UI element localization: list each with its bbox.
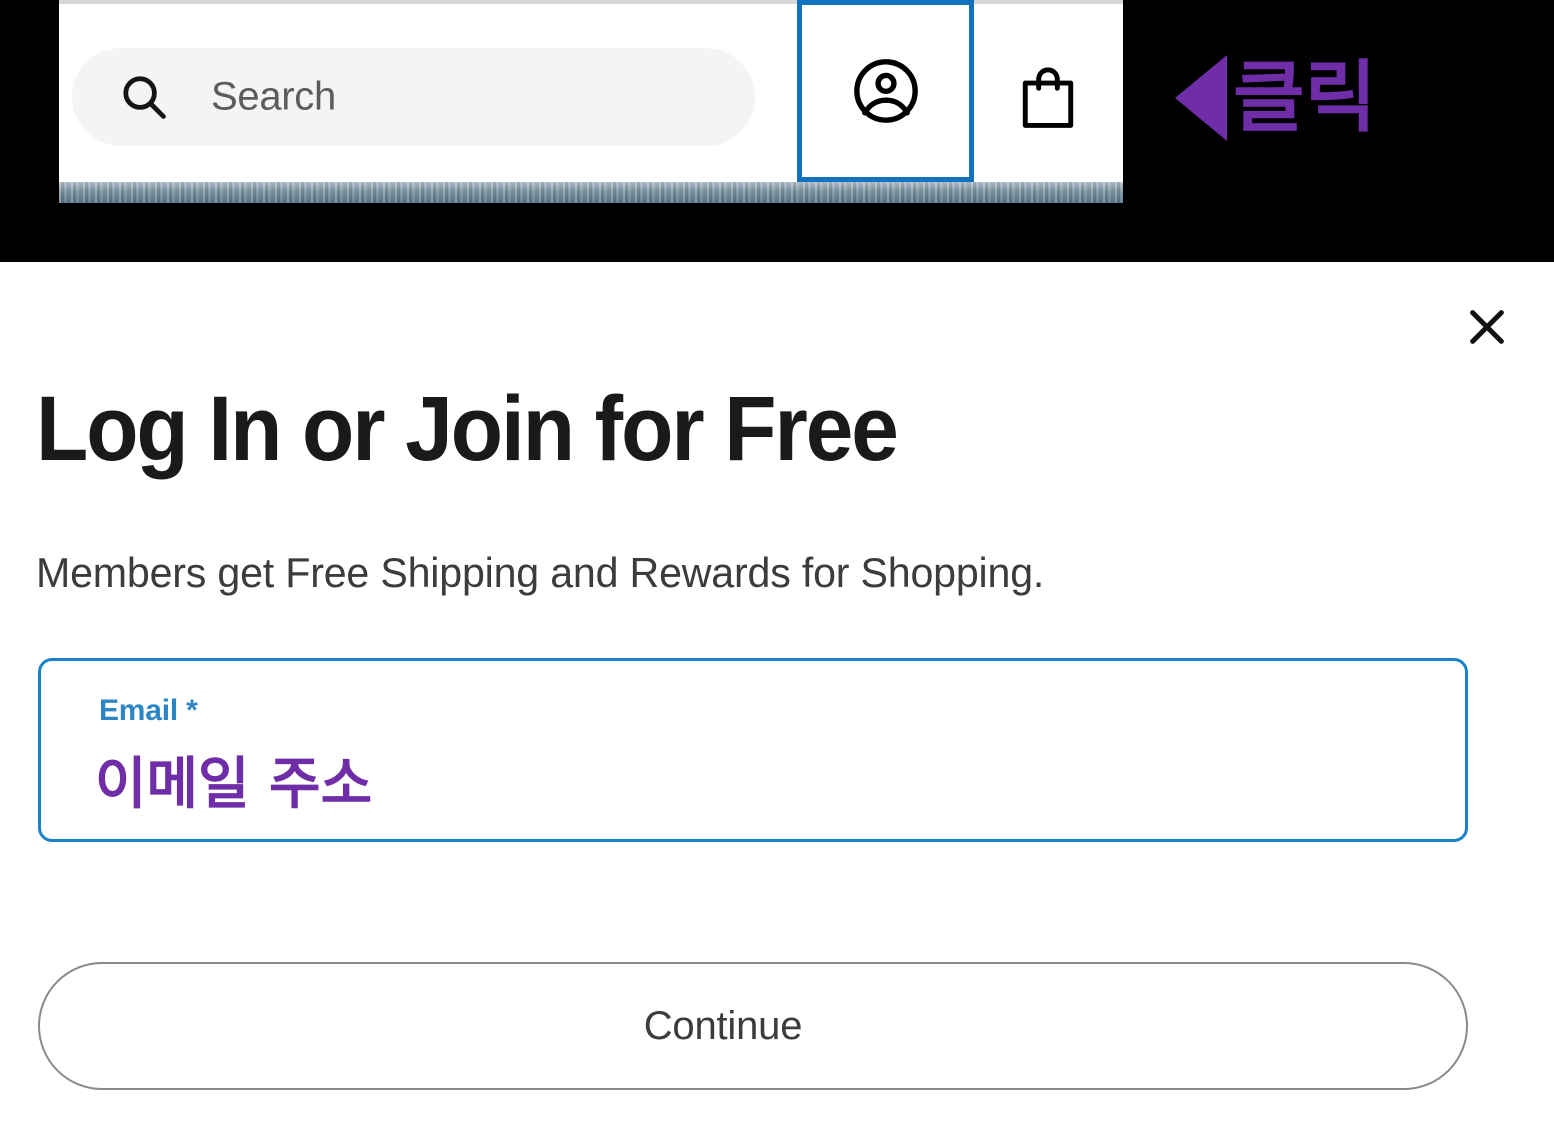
- search-input[interactable]: Search: [72, 48, 755, 146]
- close-x-icon: [1464, 304, 1510, 350]
- hero-image-strip: [59, 182, 1123, 203]
- account-circle-icon: [848, 53, 924, 129]
- shopping-bag-button[interactable]: [999, 48, 1097, 146]
- email-field-value[interactable]: 이메일 주소: [95, 739, 372, 820]
- site-header-bar: Search: [59, 0, 1123, 182]
- browser-screenshot-strip: Search 클릭: [0, 0, 1554, 262]
- account-button[interactable]: [797, 0, 974, 182]
- page-title: Log In or Join for Free: [36, 378, 899, 480]
- continue-button-label: Continue: [643, 1003, 803, 1048]
- left-arrow-icon: [1175, 55, 1227, 141]
- page-root: Search 클릭 Log In or Join for Free Member…: [0, 0, 1554, 1148]
- shopping-bag-icon: [1017, 61, 1079, 133]
- modal-subtitle: Members get Free Shipping and Rewards fo…: [36, 549, 1045, 596]
- email-field[interactable]: Email * 이메일 주소: [38, 658, 1468, 842]
- site-header-panel: Search: [59, 0, 1123, 203]
- click-annotation-label: 클릭: [1233, 52, 1377, 143]
- search-placeholder-text: Search: [211, 74, 336, 119]
- continue-button[interactable]: Continue: [38, 962, 1468, 1090]
- click-annotation: 클릭: [1175, 48, 1377, 148]
- login-modal: Log In or Join for Free Members get Free…: [0, 262, 1554, 1148]
- email-field-label: Email *: [99, 694, 198, 727]
- search-icon: [118, 71, 170, 123]
- close-modal-button[interactable]: [1450, 290, 1524, 364]
